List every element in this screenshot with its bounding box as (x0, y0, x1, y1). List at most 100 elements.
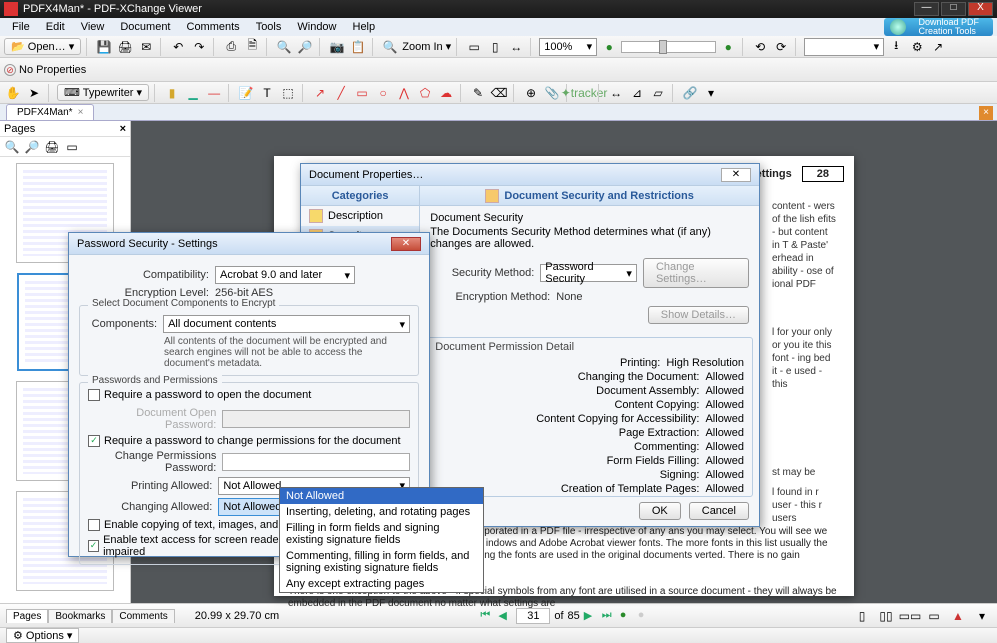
tab-close-icon[interactable]: × (78, 107, 84, 118)
email-icon[interactable]: ✉ (137, 38, 155, 56)
scan-icon[interactable]: ⎙ (222, 38, 240, 56)
dropdown-option[interactable]: Not Allowed (280, 488, 483, 504)
pencil-icon[interactable]: ✎ (469, 84, 487, 102)
menu-help[interactable]: Help (345, 21, 384, 33)
ocr-icon[interactable]: 🗎 (243, 38, 261, 56)
search-icon[interactable]: 🔎 (296, 38, 314, 56)
launch-icon[interactable]: ↗ (929, 38, 947, 56)
sticky-note-icon[interactable]: 📝 (237, 84, 255, 102)
highlight-icon[interactable]: ▮ (163, 84, 181, 102)
menu-document[interactable]: Document (112, 21, 178, 33)
docprops-ok-button[interactable]: OK (639, 502, 681, 520)
rectangle-icon[interactable]: ▭ (353, 84, 371, 102)
docprops-cancel-button[interactable]: Cancel (689, 502, 749, 520)
thumb-print-icon[interactable]: 🖨 (43, 138, 61, 156)
status-tab-comments[interactable]: Comments (112, 609, 174, 623)
zoom-select[interactable]: 100% (539, 38, 597, 56)
view-select[interactable] (804, 38, 884, 56)
change-password-input[interactable] (222, 453, 410, 471)
prev-page-icon[interactable]: ◀ (498, 609, 512, 623)
download-pdf-tools-banner[interactable]: Download PDF Creation Tools (884, 18, 993, 36)
maximize-button[interactable]: □ (941, 2, 966, 16)
snapshot-icon[interactable]: 📷 (328, 38, 346, 56)
stamp-icon[interactable]: ⊕ (522, 84, 540, 102)
cloud-icon[interactable]: ☁ (437, 84, 455, 102)
fit-page-icon[interactable]: ▯ (486, 38, 504, 56)
require-open-password-checkbox[interactable]: Require a password to open the document (88, 389, 311, 401)
security-method-select[interactable]: Password Security (540, 264, 637, 282)
status-tab-pages[interactable]: Pages (6, 609, 48, 623)
dropdown-option[interactable]: Inserting, deleting, and rotating pages (280, 504, 483, 520)
attach-icon[interactable]: 📎 (543, 84, 561, 102)
dropdown-option[interactable]: Filling in form fields and signing exist… (280, 520, 483, 548)
find-icon[interactable]: 🔍 (275, 38, 293, 56)
status-tab-bookmarks[interactable]: Bookmarks (48, 609, 112, 623)
zoom-in-button[interactable]: Zoom In ▾ (402, 40, 451, 53)
measure-perimeter-icon[interactable]: ⊿ (628, 84, 646, 102)
hand-tool-icon[interactable]: ✋ (4, 84, 22, 102)
menu-comments[interactable]: Comments (179, 21, 248, 33)
settings-icon[interactable]: ⚙ (908, 38, 926, 56)
dialog-close-icon[interactable]: ✕ (721, 168, 751, 182)
next-page-icon[interactable]: ▶ (584, 609, 598, 623)
next-view-icon[interactable]: ● (638, 609, 652, 623)
polygon-icon[interactable]: ⬠ (416, 84, 434, 102)
show-details-button[interactable]: Show Details… (648, 306, 749, 324)
text-box-icon[interactable]: T (258, 84, 276, 102)
link-tool-icon[interactable]: 🔗 (681, 84, 699, 102)
require-change-password-checkbox[interactable]: ✓Require a password to change permission… (88, 435, 401, 447)
dropdown-option[interactable]: Commenting, filling in form fields, and … (280, 548, 483, 576)
dialog-close-icon[interactable]: ✕ (391, 237, 421, 251)
strikeout-icon[interactable]: — (205, 84, 223, 102)
export-icon[interactable]: ⭳ (887, 38, 905, 56)
document-tab[interactable]: PDFX4Man* × (6, 104, 94, 120)
arrow-icon[interactable]: ↗ (311, 84, 329, 102)
prev-view-icon[interactable]: ● (620, 609, 634, 623)
components-select[interactable]: All document contents (163, 315, 410, 333)
callout-icon[interactable]: ⬚ (279, 84, 297, 102)
typewriter-button[interactable]: ⌨ Typewriter ▾ (57, 84, 149, 101)
thumb-zoom-out-icon[interactable]: 🔎 (23, 138, 41, 156)
first-page-icon[interactable]: ⏮ (480, 609, 494, 623)
print-icon[interactable]: 🖨 (116, 38, 134, 56)
tracker-logo-icon[interactable]: ✦tracker (575, 84, 593, 102)
thumb-options-icon[interactable]: ▭ (63, 138, 81, 156)
menu-tools[interactable]: Tools (248, 21, 290, 33)
measure-distance-icon[interactable]: ↔ (607, 84, 625, 102)
zoom-out-round-icon[interactable]: ● (600, 38, 618, 56)
thumb-zoom-in-icon[interactable]: 🔍 (3, 138, 21, 156)
minimize-button[interactable]: — (914, 2, 939, 16)
close-button[interactable]: X (968, 2, 993, 16)
save-icon[interactable]: 💾 (95, 38, 113, 56)
fit-width-icon[interactable]: ↔ (507, 38, 525, 56)
close-all-tabs-icon[interactable]: × (979, 106, 993, 120)
pages-panel-close-icon[interactable]: × (120, 123, 126, 135)
last-page-icon[interactable]: ⏭ (602, 609, 616, 623)
measure-area-icon[interactable]: ▱ (649, 84, 667, 102)
slider-thumb-icon[interactable] (659, 40, 667, 54)
dialog-titlebar[interactable]: Password Security - Settings ✕ (69, 233, 429, 255)
menu-window[interactable]: Window (289, 21, 344, 33)
clipboard-icon[interactable]: 📋 (349, 38, 367, 56)
rotate-left-icon[interactable]: ⟲ (751, 38, 769, 56)
select-tool-icon[interactable]: ➤ (25, 84, 43, 102)
dropdown-option[interactable]: Any except extracting pages (280, 576, 483, 592)
actual-size-icon[interactable]: ▭ (465, 38, 483, 56)
change-settings-button[interactable]: Change Settings… (643, 258, 749, 288)
options-button[interactable]: ⚙ Options ▾ (6, 628, 79, 643)
open-button[interactable]: 📂 Open… ▾ (4, 38, 81, 55)
zoom-in-round-icon[interactable]: ● (719, 38, 737, 56)
dialog-titlebar[interactable]: Document Properties… ✕ (301, 164, 759, 186)
compatibility-select[interactable]: Acrobat 9.0 and later (215, 266, 355, 284)
oval-icon[interactable]: ○ (374, 84, 392, 102)
redo-icon[interactable]: ↷ (190, 38, 208, 56)
menu-file[interactable]: File (4, 21, 38, 33)
more-tools-icon[interactable]: ▾ (702, 84, 720, 102)
rotate-right-icon[interactable]: ⟳ (772, 38, 790, 56)
eraser-icon[interactable]: ⌫ (490, 84, 508, 102)
category-description[interactable]: Description (301, 206, 419, 226)
zoom-tool-icon[interactable]: 🔍 (381, 38, 399, 56)
line-icon[interactable]: ╱ (332, 84, 350, 102)
underline-icon[interactable]: ▁ (184, 84, 202, 102)
menu-edit[interactable]: Edit (38, 21, 73, 33)
